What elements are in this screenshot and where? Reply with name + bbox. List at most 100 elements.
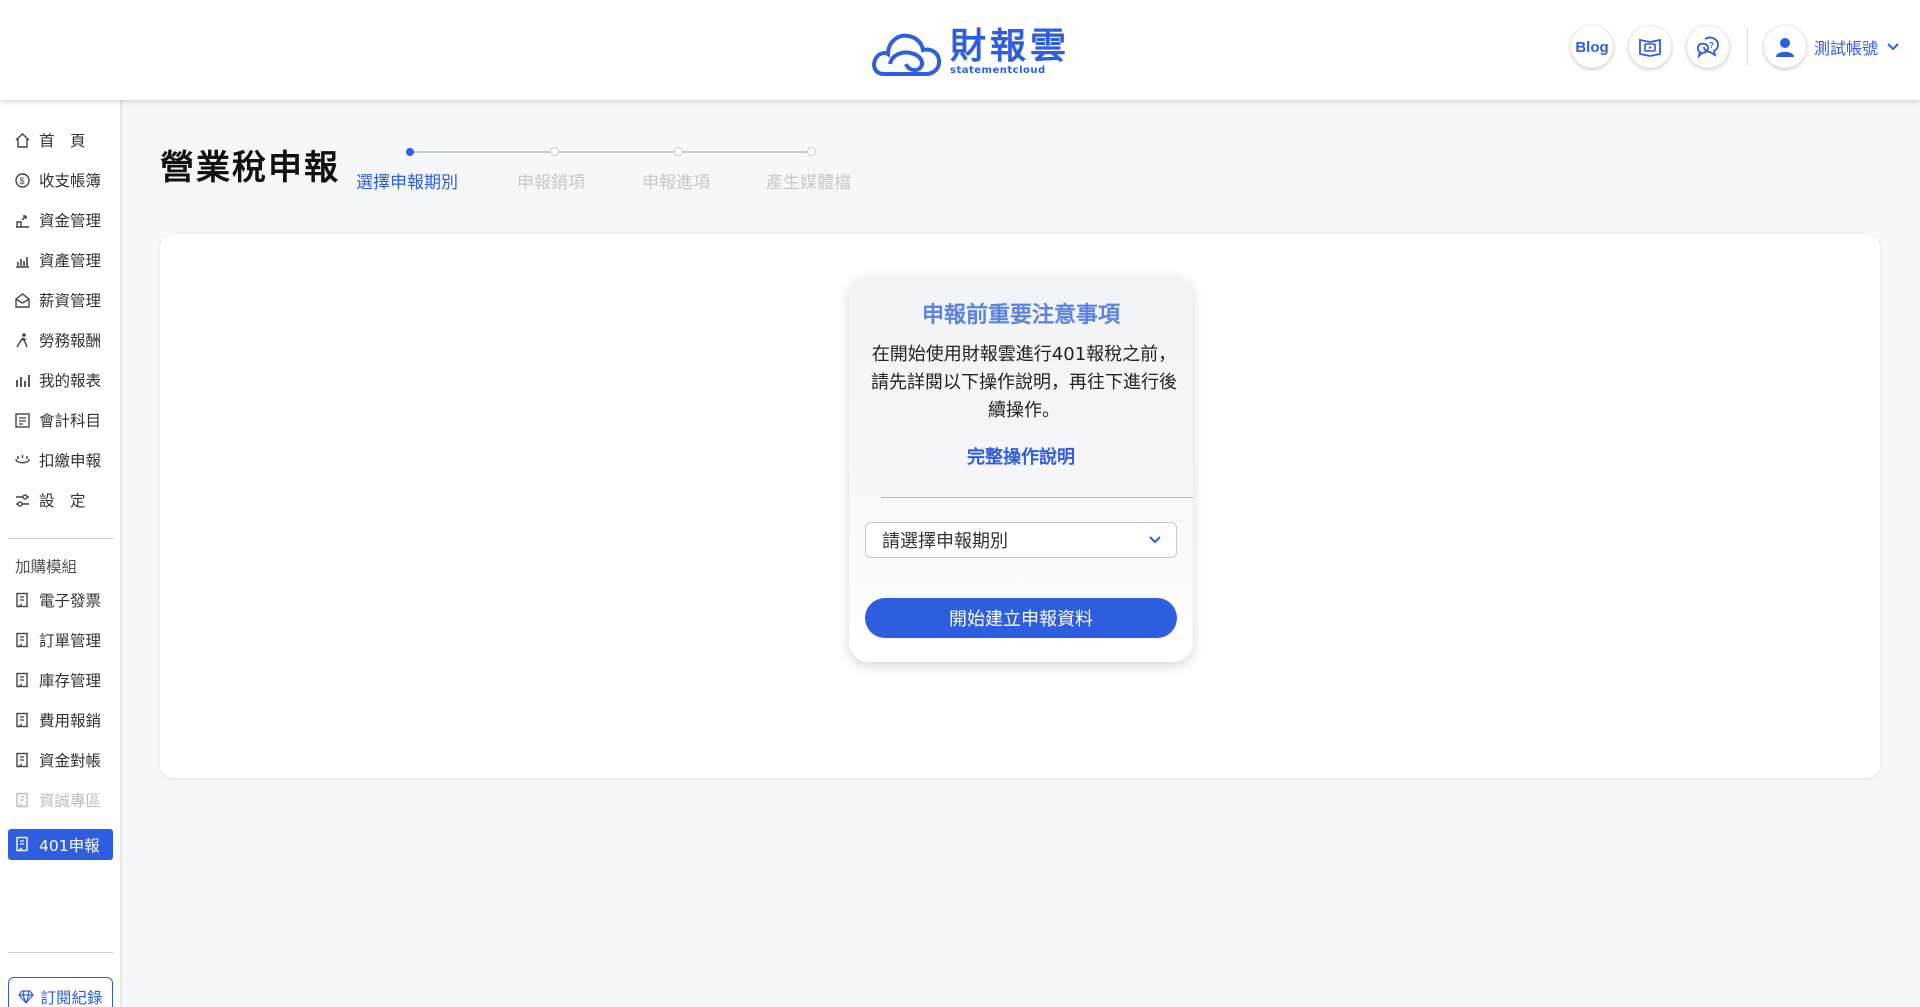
page-title: 營業稅申報 [160,148,340,188]
sidebar-item-e-invoice[interactable]: 電子發票 [8,584,113,616]
sidebar-item-label: 扣繳申報 [39,452,102,470]
step-connector [557,151,679,153]
svg-text:$: $ [19,176,24,186]
step-marker-active [406,148,414,156]
sidebar-item-label: 資產管理 [39,252,102,270]
sidebar-item-withholding[interactable]: 扣繳申報 [8,444,113,476]
sidebar-item-ledger-book[interactable]: $ 收支帳簿 [8,164,113,196]
step-sales[interactable]: 申報銷項 [517,168,585,193]
header-actions: Blog ? 測試帳號 [1570,26,1900,68]
sidebar-item-settings[interactable]: 設 定 [8,484,113,516]
user-menu[interactable]: 測試帳號 [1763,26,1900,68]
sidebar-item-label: 薪資管理 [39,292,102,310]
sidebar-item-label: 我的報表 [39,372,102,390]
payroll-icon [13,291,31,309]
sidebar-item-payroll[interactable]: 薪資管理 [8,284,113,316]
cloud-logo-icon [872,33,942,76]
start-filing-button[interactable]: 開始建立申報資料 [865,598,1177,638]
report-chart-icon [13,371,31,389]
avatar [1763,26,1806,68]
sidebar-item-label: 訂單管理 [39,632,102,650]
notice-title: 申報前重要注意事項 [921,303,1120,328]
notice-divider [881,497,1193,498]
sidebar-item-401-filing[interactable]: 401申報 [8,829,113,860]
module-icon [13,751,31,769]
sidebar-item-funds[interactable]: 資金管理 [8,204,113,236]
step-purchases[interactable]: 申報進項 [642,168,710,193]
top-header: 財報雲 statementcloud Blog ? 測試帳號 [0,0,1920,100]
sidebar-item-label: 勞務報酬 [39,332,102,350]
user-name: 測試帳號 [1813,39,1878,58]
addon-section-label: 加購模組 [15,558,78,576]
diamond-icon [18,990,35,1004]
sidebar-item-label: 電子發票 [39,592,102,610]
funds-icon [13,211,31,229]
sidebar-item-label: 庫存管理 [39,672,102,690]
sidebar-item-expenses[interactable]: 費用報銷 [8,704,113,736]
sidebar-item-label: 資誠專區 [39,792,102,810]
progress-stepper: 選擇申報期別 申報銷項 申報進項 產生媒體檔 [355,140,875,200]
sidebar: 首 頁 $ 收支帳簿 資金管理 資產管理 薪資管理 勞務報酬 我的報表 會計科目… [0,100,120,1007]
brand-name-cn: 財報雲 [950,25,1071,67]
sidebar-item-reports[interactable]: 我的報表 [8,364,113,396]
sidebar-item-label: 收支帳簿 [39,172,102,190]
step-connector [681,151,813,153]
step-marker [550,147,559,156]
filing-period-select[interactable]: 請選擇申報期別 [865,522,1177,558]
brand-name-en: statementcloud [950,64,1046,76]
sidebar-item-label: 費用報銷 [39,712,102,730]
sidebar-item-reconciliation[interactable]: 資金對帳 [8,744,113,776]
asset-chart-icon [13,251,31,269]
video-book-icon [1639,38,1661,57]
home-icon [13,131,31,149]
sidebar-item-label: 首 頁 [39,132,86,150]
labor-icon [13,331,31,349]
full-instructions-link[interactable]: 完整操作說明 [849,443,1193,469]
sidebar-divider [8,538,113,539]
start-filing-label: 開始建立申報資料 [949,609,1093,630]
blog-label: Blog [1575,38,1609,56]
module-icon [13,671,31,689]
notice-card: 申報前重要注意事項 在開始使用財報雲進行401報稅之前，請先詳閱以下操作說明，再… [849,275,1193,662]
sidebar-item-label: 資金對帳 [39,752,102,770]
module-icon [13,591,31,609]
svg-text:?: ? [1709,41,1714,50]
sidebar-item-orders[interactable]: 訂單管理 [8,624,113,656]
sidebar-item-home[interactable]: 首 頁 [8,124,113,156]
chevron-down-icon [1149,536,1161,544]
filing-period-placeholder: 請選擇申報期別 [882,531,1008,552]
blog-button[interactable]: Blog [1570,26,1613,68]
step-media-file[interactable]: 產生媒體檔 [766,168,851,193]
chevron-down-icon [1887,43,1899,51]
module-icon [13,711,31,729]
module-icon [13,836,31,854]
header-divider [1746,28,1748,66]
sidebar-item-accounts[interactable]: 會計科目 [8,404,113,436]
sidebar-item-pwc-zone[interactable]: 資誠專區 [8,784,113,816]
module-icon [13,791,31,809]
notice-body: 在開始使用財報雲進行401報稅之前，請先詳閱以下操作說明，再往下進行後續操作。 [871,344,1177,421]
module-icon [13,631,31,649]
sidebar-item-label: 會計科目 [39,412,102,430]
step-marker [807,147,816,156]
step-select-period[interactable]: 選擇申報期別 [356,168,458,193]
sidebar-item-label: 資金管理 [39,212,102,230]
brand-logo[interactable]: 財報雲 statementcloud [870,24,1070,78]
coin-icon: $ [13,171,31,189]
sidebar-item-label: 401申報 [39,836,100,855]
subscription-history-label: 訂閱紀錄 [40,989,103,1007]
withholding-icon [13,451,31,469]
sidebar-divider [8,952,113,953]
ledger-icon [13,411,31,429]
sidebar-item-labor[interactable]: 勞務報酬 [8,324,113,356]
sidebar-item-label: 設 定 [39,492,86,510]
user-icon [1775,38,1794,57]
sidebar-item-assets[interactable]: 資產管理 [8,244,113,276]
sidebar-item-inventory[interactable]: 庫存管理 [8,664,113,696]
help-chat-button[interactable]: ? [1686,26,1729,68]
settings-sliders-icon [13,491,31,509]
subscription-history-button[interactable]: 訂閱紀錄 [8,977,113,1007]
step-marker [674,147,683,156]
video-tutorial-button[interactable] [1628,26,1671,68]
step-connector [410,151,555,153]
